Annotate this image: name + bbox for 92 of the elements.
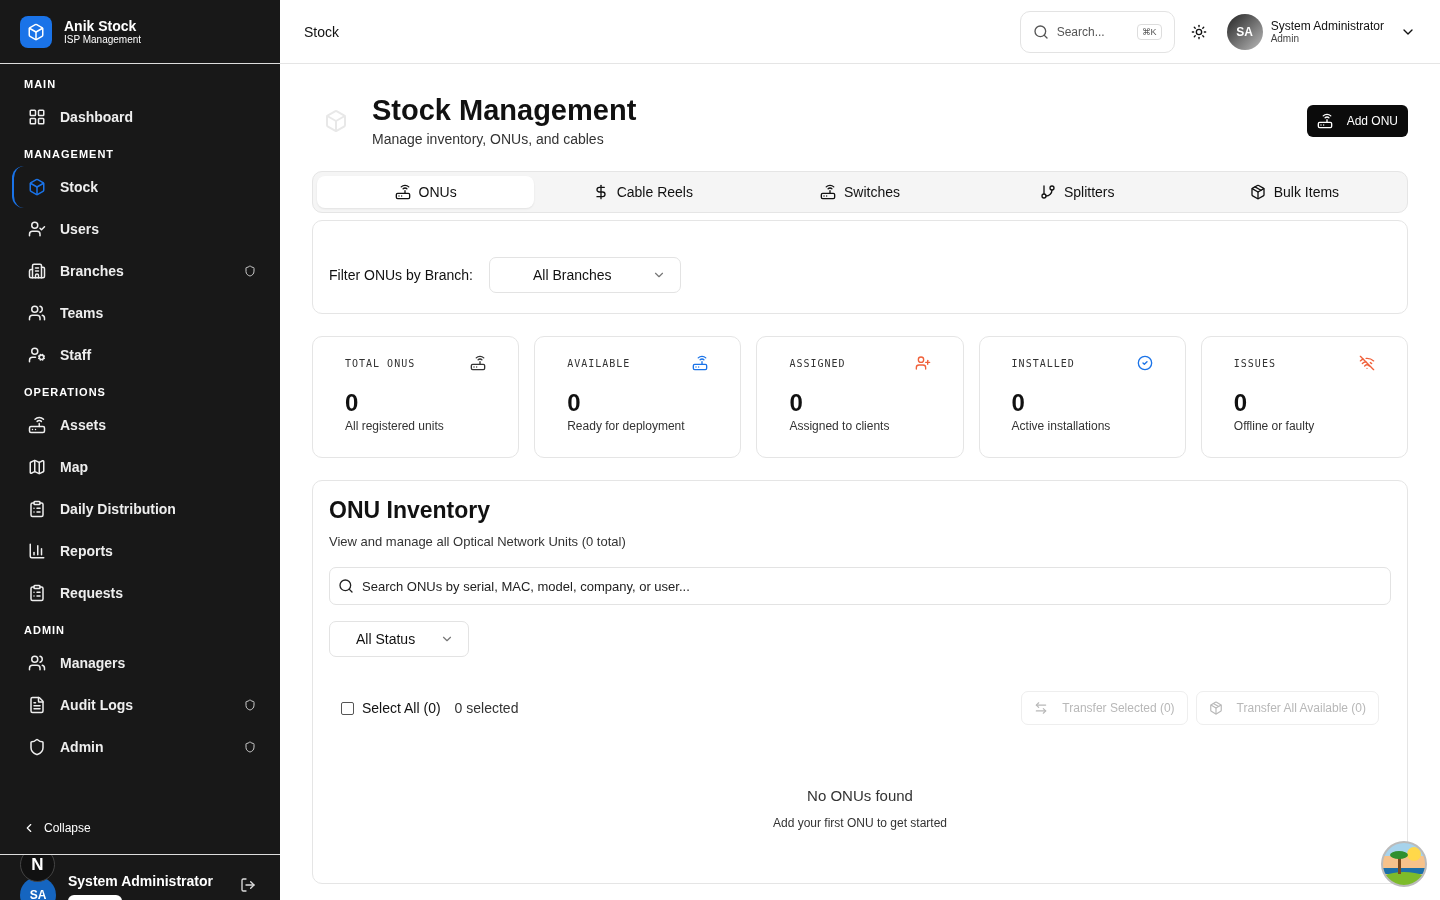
stat-caption: Active installations [1011, 419, 1112, 433]
page-subtitle: Manage inventory, ONUs, and cables [372, 131, 605, 147]
selected-count: 0 selected [454, 700, 519, 716]
nav-item[interactable]: Staff [12, 334, 268, 376]
stat-value: 0 [1011, 389, 1026, 417]
nav-item[interactable]: Reports [12, 530, 268, 572]
stat-value: 0 [567, 389, 582, 417]
stat-caption: Assigned to clients [789, 419, 891, 433]
user-avatar: SA [20, 877, 56, 900]
nav-icon [28, 542, 46, 560]
empty-title: No ONUs found [806, 787, 914, 804]
search-field[interactable]: Search ONUs by serial, MAC, model, company, or user... [329, 567, 1391, 605]
nav-item[interactable]: Dashboard [12, 96, 268, 138]
stat-value: 0 [345, 389, 360, 417]
search-icon [1032, 23, 1049, 40]
section-title: ONU Inventory [329, 497, 492, 524]
nav-item[interactable]: Admin [12, 726, 268, 768]
stat-label: TOTAL ONUS [345, 357, 416, 369]
tab-icon [394, 184, 411, 200]
tab[interactable]: Cable Reels [534, 176, 752, 208]
brand-subtitle: ISP Management [64, 34, 142, 45]
filter-label: Filter ONUs by Branch: [329, 267, 473, 283]
nav-item[interactable]: Map [12, 446, 268, 488]
router-icon [1316, 112, 1333, 129]
user-name: System Administrator [1270, 19, 1384, 33]
tab[interactable]: ONUs [317, 176, 535, 208]
stat-label: INSTALLED [1011, 357, 1075, 369]
nav-item[interactable]: Assets [12, 404, 268, 446]
stat-value: 0 [1233, 389, 1249, 417]
nav-icon [28, 500, 46, 518]
nav-icon [28, 654, 46, 672]
section-title: ADMIN [23, 623, 67, 638]
arrows-icon [1034, 701, 1049, 715]
nav-icon [28, 220, 46, 238]
section-title: OPERATIONS [23, 385, 107, 400]
user-menu[interactable]: SA System Administrator Admin [1226, 13, 1416, 50]
dev-badge[interactable]: N [20, 855, 55, 882]
nav-item[interactable]: Managers [12, 642, 268, 684]
tab[interactable]: Switches [751, 176, 969, 208]
collapse-button[interactable]: Collapse [0, 802, 280, 854]
nav-item[interactable]: Branches [12, 250, 268, 292]
nav-item[interactable]: Teams [12, 292, 268, 334]
section-title: MANAGEMENT [23, 147, 116, 162]
tab[interactable]: Splitters [968, 176, 1186, 208]
empty-hint: Add your first ONU to get started [771, 816, 949, 830]
section-subtitle: View and manage all Optical Network Units (0 total) [329, 534, 627, 549]
user-name: System Administrator [68, 873, 214, 889]
nav-icon [28, 738, 46, 756]
stat-label: AVAILABLE [567, 357, 631, 369]
brand-name: Anik Stock [64, 18, 138, 34]
logout-icon[interactable] [240, 877, 256, 893]
user-avatar: SA [1226, 13, 1263, 50]
tab-icon [1039, 184, 1056, 200]
add-button[interactable]: Add ONU [1306, 104, 1408, 137]
breadcrumb: Stock [304, 23, 340, 40]
stat-caption: Ready for deployment [567, 419, 686, 433]
nav-icon [28, 416, 46, 434]
tab-icon [1249, 184, 1266, 200]
search-icon [338, 578, 354, 594]
stat-value: 0 [789, 389, 804, 417]
nav-icon [28, 178, 46, 196]
nav-icon [28, 458, 46, 476]
nav-icon [28, 696, 46, 714]
nav-item[interactable]: Requests [12, 572, 268, 614]
page-title: Stock Management [372, 94, 637, 127]
user-role: Admin [1270, 33, 1300, 44]
stat-caption: All registered units [345, 419, 445, 433]
package-icon [1208, 701, 1223, 715]
section-title: MAIN [23, 77, 58, 92]
stat-label: ASSIGNED [789, 357, 846, 369]
nav-icon [28, 108, 46, 126]
shortcut-key: ⌘K [1136, 23, 1162, 40]
select-all-checkbox[interactable]: Select All (0) [341, 700, 441, 716]
nav-item[interactable]: Users [12, 208, 268, 250]
nav-item[interactable]: Daily Distribution [12, 488, 268, 530]
logo-icon [20, 15, 52, 48]
status-select[interactable]: All Status [329, 621, 469, 657]
nav-item[interactable]: Stock [12, 166, 268, 208]
theme-icon[interactable] [1190, 23, 1207, 40]
checkbox[interactable] [341, 701, 354, 715]
nav-icon [28, 304, 46, 322]
tab-icon [820, 184, 836, 200]
nav-icon [28, 346, 46, 364]
nav-icon [28, 262, 46, 280]
nav-icon [28, 584, 46, 602]
search-placeholder: Search... [1056, 24, 1105, 39]
stat-label: ISSUES [1233, 357, 1276, 369]
nav-item[interactable]: Audit Logs [12, 684, 268, 726]
tab[interactable]: Bulk Items [1185, 176, 1403, 208]
stat-caption: Offline or faulty [1233, 419, 1316, 433]
search-field[interactable]: Search... ⌘K [1019, 10, 1175, 53]
branch-select[interactable]: All Branches [488, 257, 681, 293]
